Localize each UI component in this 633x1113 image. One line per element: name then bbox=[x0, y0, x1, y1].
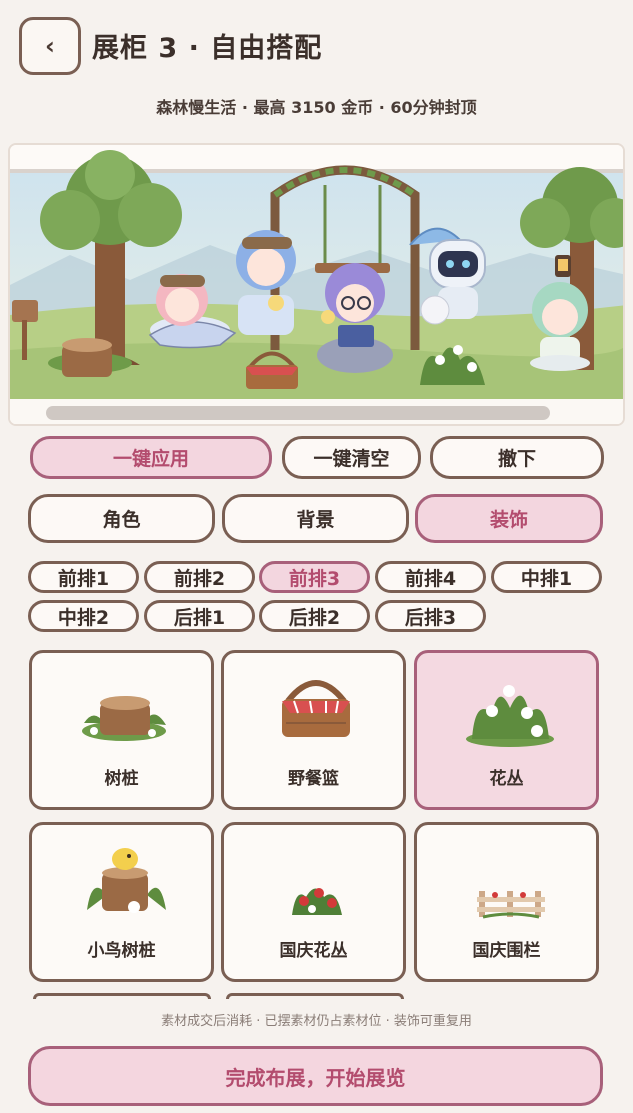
remove-button[interactable]: 撤下 bbox=[430, 436, 604, 479]
decoration-card-bird-stump[interactable]: 小鸟树桩 bbox=[29, 822, 214, 982]
decoration-label: 小鸟树桩 bbox=[87, 941, 156, 961]
slot-back-1[interactable]: 后排1 bbox=[144, 600, 255, 632]
decoration-card-stump[interactable]: 树桩 bbox=[29, 650, 214, 810]
page-subtitle: 森林慢生活 · 最高 3150 金币 · 60分钟封顶 bbox=[156, 98, 477, 117]
footnote: 素材成交后消耗 · 已摆素材仍占素材位 · 装饰可重复用 bbox=[161, 1014, 472, 1029]
back-arrow-icon: ‹ bbox=[45, 32, 55, 60]
picnic-basket-icon bbox=[282, 680, 350, 737]
bird-stump-icon bbox=[87, 848, 166, 913]
flower-bush-icon bbox=[466, 685, 554, 747]
clear-all-button[interactable]: 一键清空 bbox=[282, 436, 421, 479]
decoration-card-picnic-basket[interactable]: 野餐篮 bbox=[221, 650, 406, 810]
preview-scrollbar[interactable] bbox=[46, 406, 550, 420]
slot-front-2[interactable]: 前排2 bbox=[144, 561, 255, 593]
tree-stump-icon bbox=[82, 696, 166, 741]
decoration-card-partial bbox=[33, 993, 211, 999]
showcase-scene bbox=[10, 145, 623, 424]
tab-character[interactable]: 角色 bbox=[28, 494, 215, 543]
decoration-label: 国庆围栏 bbox=[472, 941, 541, 961]
slot-middle-1[interactable]: 中排1 bbox=[491, 561, 602, 593]
decoration-card-partial bbox=[226, 993, 404, 999]
tab-background[interactable]: 背景 bbox=[222, 494, 409, 543]
tab-decoration[interactable]: 装饰 bbox=[415, 494, 603, 543]
decoration-card-red-flower-bush[interactable]: 国庆花丛 bbox=[221, 822, 406, 982]
slot-middle-2[interactable]: 中排2 bbox=[28, 600, 139, 632]
fence-icon bbox=[477, 891, 545, 919]
showcase-preview bbox=[8, 143, 625, 426]
decoration-label: 花丛 bbox=[489, 769, 524, 789]
slot-front-4[interactable]: 前排4 bbox=[375, 561, 486, 593]
decoration-label: 野餐篮 bbox=[288, 769, 339, 789]
green-girl-character-icon bbox=[530, 282, 590, 371]
red-flower-bush-icon bbox=[292, 888, 342, 915]
decoration-card-fence[interactable]: 国庆围栏 bbox=[414, 822, 599, 982]
decoration-label: 国庆花丛 bbox=[279, 941, 348, 961]
slot-front-3[interactable]: 前排3 bbox=[259, 561, 370, 593]
decoration-label: 树桩 bbox=[104, 769, 139, 789]
slot-front-1[interactable]: 前排1 bbox=[28, 561, 139, 593]
decoration-card-flower-bush[interactable]: 花丛 bbox=[414, 650, 599, 810]
finish-exhibition-button[interactable]: 完成布展，开始展览 bbox=[28, 1046, 603, 1106]
slot-back-3[interactable]: 后排3 bbox=[375, 600, 486, 632]
apply-all-button[interactable]: 一键应用 bbox=[30, 436, 272, 479]
page-title: 展柜 3 · 自由搭配 bbox=[92, 33, 323, 64]
header: ‹ 展柜 3 · 自由搭配 bbox=[0, 0, 633, 96]
back-button[interactable]: ‹ bbox=[19, 17, 81, 75]
slot-back-2[interactable]: 后排2 bbox=[259, 600, 370, 632]
